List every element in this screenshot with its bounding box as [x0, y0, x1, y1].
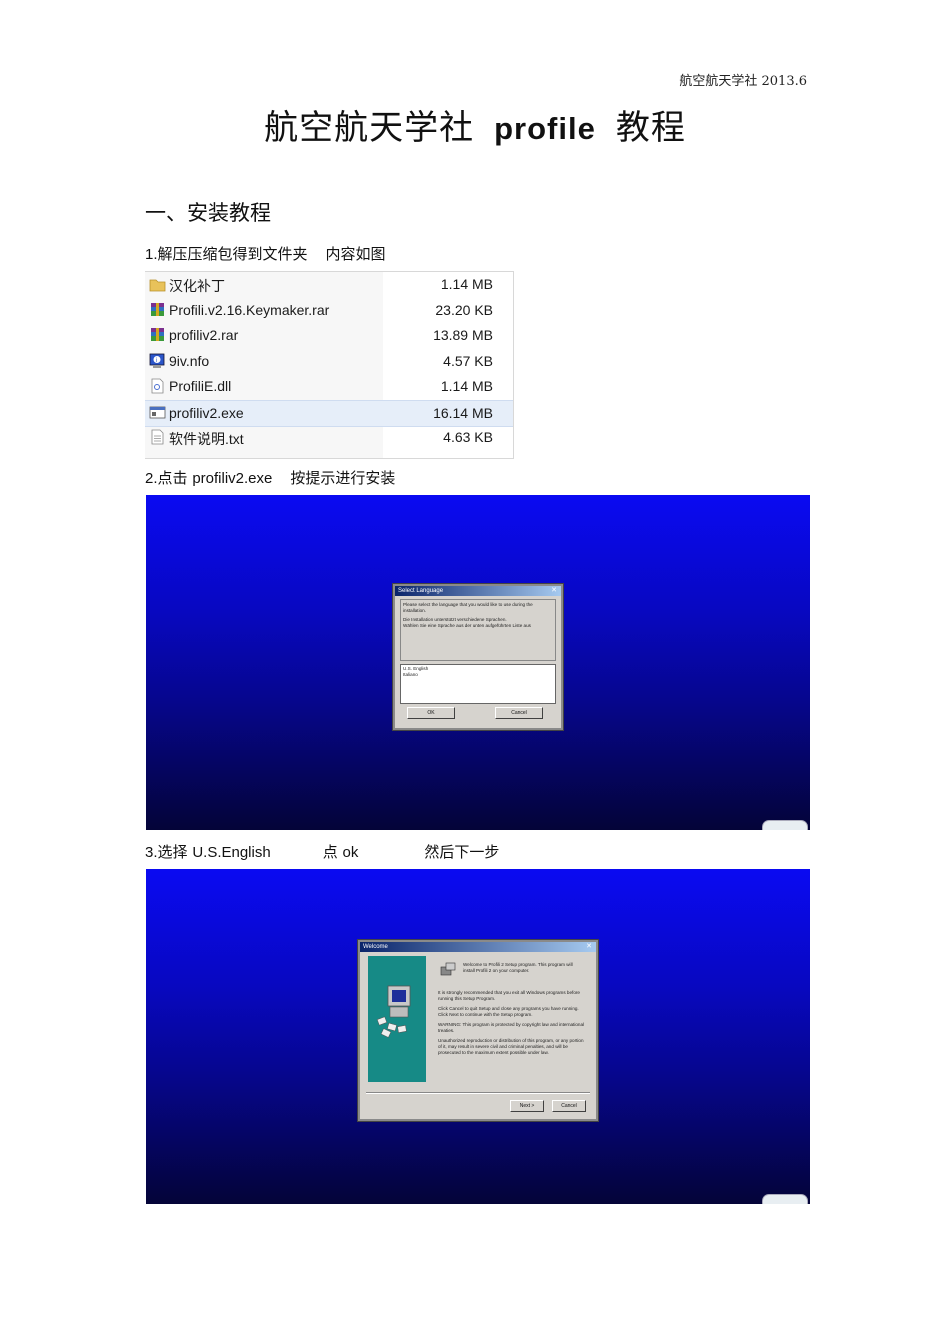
file-name: profiliv2.rar: [169, 327, 239, 343]
dialog-text-line: Please select the language that you woul…: [403, 602, 533, 613]
step-1-caption: 1.解压压缩包得到文件夹 内容如图: [145, 245, 386, 263]
file-size: 1.14 MB: [440, 276, 493, 292]
close-icon[interactable]: ✕: [586, 942, 592, 952]
file-list-row[interactable]: profiliv2.exe 16.14 MB: [145, 399, 513, 427]
text-file-icon: [149, 429, 166, 445]
file-size: 23.20 KB: [435, 301, 493, 318]
file-list-row[interactable]: i 9iv.nfo 4.57 KB: [145, 349, 513, 374]
rar-archive-icon: [149, 302, 166, 318]
title-prefix: 航空航天学社: [264, 108, 475, 148]
select-language-dialog: Select Language ✕ Please select the lang…: [393, 584, 563, 730]
file-list-row[interactable]: ProfiliE.dll 1.14 MB: [145, 374, 513, 399]
file-name: 汉化补丁: [169, 278, 225, 294]
dialog-title: Welcome: [363, 944, 388, 950]
file-name: 软件说明.txt: [169, 431, 244, 447]
step-3-caption: 3.选择 U.S.English 点 ok 然后下一步: [145, 843, 500, 861]
file-list-row[interactable]: profiliv2.rar 13.89 MB: [145, 323, 513, 348]
file-name: Profili.v2.16.Keymaker.rar: [169, 301, 330, 318]
dialog-text-line: Wählen Sie eine Sprache aus der unten au…: [403, 623, 531, 628]
file-list-row[interactable]: Profili.v2.16.Keymaker.rar 23.20 KB: [145, 298, 513, 323]
dialog-title: Select Language: [398, 588, 444, 594]
file-size: 13.89 MB: [433, 327, 493, 343]
language-listbox[interactable]: U.S. English Italiano: [400, 664, 556, 704]
file-name: ProfiliE.dll: [169, 378, 232, 394]
file-size: 1.14 MB: [440, 378, 493, 394]
welcome-paragraph: Unauthorized reproduction or distributio…: [438, 1038, 584, 1055]
exe-file-icon: [149, 405, 166, 421]
next-button[interactable]: Next >: [510, 1100, 544, 1112]
welcome-paragraph: Click Cancel to quit Setup and close any…: [438, 1006, 579, 1017]
file-size: 4.63 KB: [443, 429, 493, 445]
rar-archive-icon: [149, 327, 166, 343]
file-list-row[interactable]: 汉化补丁 1.14 MB: [145, 272, 513, 297]
welcome-intro: Welcome to Profili 2 Setup program. This…: [463, 962, 573, 973]
taskbar-corner-icon: [762, 1194, 808, 1204]
file-name: 9iv.nfo: [169, 352, 210, 369]
ok-button[interactable]: OK: [407, 707, 455, 719]
file-name: profiliv2.exe: [169, 404, 244, 421]
folder-icon: [149, 276, 166, 292]
computer-icon: [376, 985, 411, 1038]
title-bold-word: profile: [494, 111, 596, 146]
setup-installer-icon: [440, 962, 456, 976]
welcome-paragraph: WARNING: This program is protected by co…: [438, 1022, 585, 1033]
nfo-file-icon: i: [149, 353, 166, 369]
cancel-button[interactable]: Cancel: [552, 1100, 586, 1112]
cancel-button[interactable]: Cancel: [495, 707, 543, 719]
close-icon[interactable]: ✕: [551, 586, 557, 596]
install-screenshot-language: Select Language ✕ Please select the lang…: [146, 495, 810, 830]
language-option[interactable]: Italiano: [403, 672, 553, 678]
file-size: 4.57 KB: [443, 352, 493, 369]
document-header: 航空航天学社 2013.6: [679, 74, 807, 89]
dll-file-icon: [149, 378, 166, 394]
welcome-dialog: Welcome ✕ Welcome to Profili 2 Setup pro…: [358, 940, 598, 1121]
file-size: 16.14 MB: [433, 404, 493, 421]
welcome-paragraph: It is strongly recommended that you exit…: [438, 990, 580, 1001]
svg-text:i: i: [156, 358, 157, 364]
file-list: 汉化补丁 1.14 MB Profili.v2.16.Keymaker.rar 23.…: [145, 271, 514, 459]
setup-side-panel: [368, 956, 426, 1082]
step-2-caption: 2.点击 profiliv2.exe 按提示进行安装: [145, 469, 396, 487]
taskbar-corner-icon: [762, 820, 808, 830]
page-title: 航空航天学社 profile 教程: [0, 100, 950, 149]
file-list-row[interactable]: 软件说明.txt 4.63 KB: [145, 425, 513, 450]
title-suffix: 教程: [615, 108, 686, 148]
install-screenshot-welcome: Welcome ✕ Welcome to Profili 2 Setup pro…: [146, 869, 810, 1204]
section-heading: 一、安装教程: [145, 201, 271, 225]
